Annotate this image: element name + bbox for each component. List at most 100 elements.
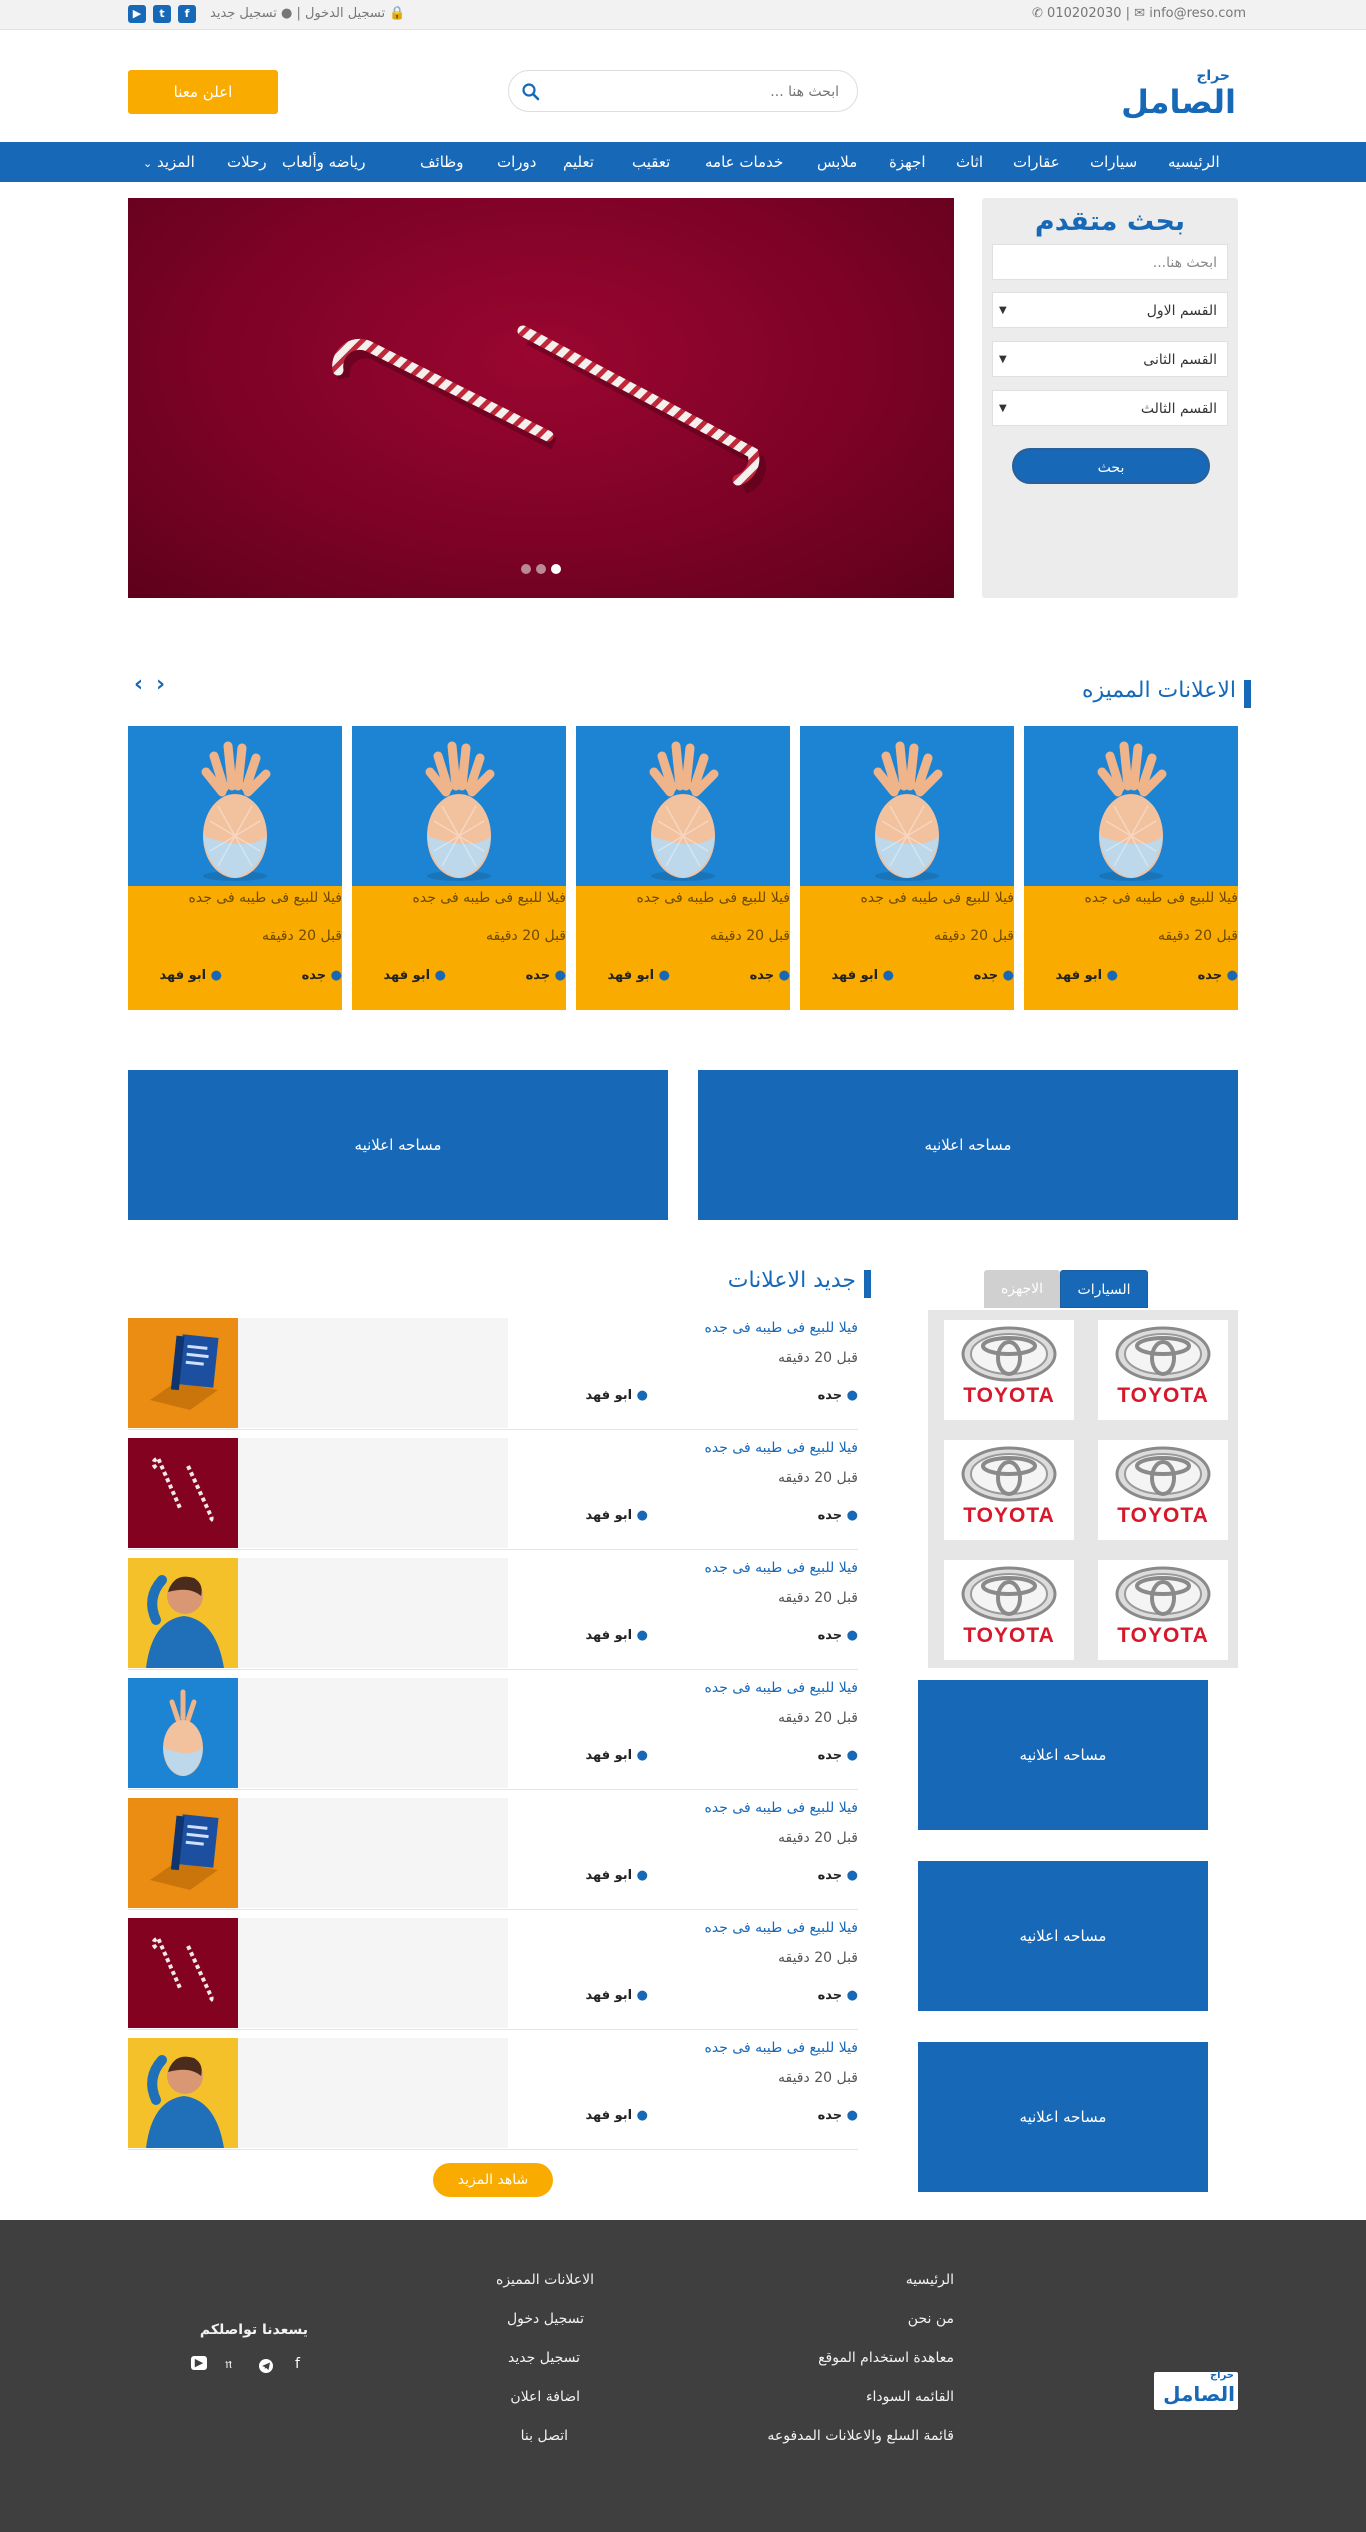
featured-card-title[interactable]: فيلا للبيع فى طيبه فى جده [637, 890, 790, 906]
featured-card-user: ● ابو فهد [832, 968, 895, 983]
nav-item-services[interactable]: خدمات عامه [705, 142, 783, 182]
brand-tile[interactable]: TOYOTA [944, 1560, 1074, 1660]
site-logo[interactable]: حراج الصامل [1118, 68, 1236, 124]
nav-item-home[interactable]: الرئيسيه [1168, 142, 1220, 182]
nav-item-cars[interactable]: سيارات [1090, 142, 1137, 182]
brand-tile[interactable]: TOYOTA [944, 1320, 1074, 1420]
footer-link-blacklist[interactable]: القائمه السوداء [866, 2389, 954, 2405]
latest-ad-row[interactable]: فيلا للبيع فى طيبه فى جده قبل 20 دقيقه ● ج… [128, 2038, 858, 2150]
email-address[interactable]: info@reso.com [1149, 6, 1246, 21]
section-2-select[interactable]: القسم الثانى ▼ [992, 341, 1228, 377]
book-thumbnail[interactable] [128, 1318, 238, 1428]
nav-item-trips[interactable]: رحلات [227, 142, 267, 182]
facebook-icon[interactable]: f [178, 5, 196, 23]
candy-thumbnail[interactable] [128, 1918, 238, 2028]
featured-card-title[interactable]: فيلا للبيع فى طيبه فى جده [861, 890, 1014, 906]
latest-ad-row[interactable]: فيلا للبيع فى طيبه فى جده قبل 20 دقيقه ● ج… [128, 1798, 858, 1910]
slider-dot-active[interactable] [551, 564, 561, 574]
ad-space-sidebar[interactable]: مساحه اعلانيه [918, 1680, 1208, 1830]
ad-space-banner[interactable]: مساحه اعلانيه [698, 1070, 1238, 1220]
latest-ad-title[interactable]: فيلا للبيع فى طيبه فى جده [705, 1680, 858, 1696]
footer-link-about[interactable]: من نحن [908, 2311, 954, 2327]
featured-card[interactable]: فيلا للبيع فى طيبه فى جده قبل 20 دقيقه ● ج… [576, 726, 790, 1010]
featured-card-title[interactable]: فيلا للبيع فى طيبه فى جده [1085, 890, 1238, 906]
person-thumbnail[interactable] [128, 2038, 238, 2148]
user-icon: ● [280, 6, 293, 21]
ad-space-banner[interactable]: مساحه اعلانيه [128, 1070, 668, 1220]
latest-ad-title[interactable]: فيلا للبيع فى طيبه فى جده [705, 1320, 858, 1336]
footer-link-featured[interactable]: الاعلانات المميزه [496, 2272, 594, 2288]
featured-card[interactable]: فيلا للبيع فى طيبه فى جده قبل 20 دقيقه ● ج… [800, 726, 1014, 1010]
book-thumbnail[interactable] [128, 1798, 238, 1908]
tab-cars[interactable]: السيارات [1060, 1270, 1148, 1308]
login-link[interactable]: تسجيل الدخول [305, 6, 385, 21]
chevron-right-icon[interactable]: › [156, 672, 165, 697]
candy-thumbnail[interactable] [128, 1438, 238, 1548]
caret-down-icon: ▼ [999, 354, 1007, 365]
ad-space-sidebar[interactable]: مساحه اعلانيه [918, 2042, 1208, 2192]
youtube-icon[interactable]: ▶ [128, 5, 146, 23]
person-thumbnail[interactable] [128, 1558, 238, 1668]
footer-link-login[interactable]: تسجيل دخول [507, 2311, 584, 2327]
nav-item-realestate[interactable]: عقارات [1013, 142, 1060, 182]
brand-tile[interactable]: TOYOTA [1098, 1560, 1228, 1660]
brand-tile[interactable]: TOYOTA [944, 1440, 1074, 1540]
ad-space-sidebar[interactable]: مساحه اعلانيه [918, 1861, 1208, 2011]
facebook-icon[interactable]: f [295, 2356, 300, 2372]
latest-ad-title[interactable]: فيلا للبيع فى طيبه فى جده [705, 1800, 858, 1816]
footer-link-add-ad[interactable]: اضافة اعلان [510, 2389, 580, 2405]
featured-card[interactable]: فيلا للبيع فى طيبه فى جده قبل 20 دقيقه ● ج… [1024, 726, 1238, 1010]
row-spacer [238, 1918, 508, 2028]
featured-card[interactable]: فيلا للبيع فى طيبه فى جده قبل 20 دقيقه ● ج… [352, 726, 566, 1010]
slider-dot[interactable] [521, 564, 531, 574]
nav-item-sports[interactable]: رياضه وألعاب [282, 142, 365, 182]
footer-link-register[interactable]: تسجيل جديد [508, 2350, 580, 2366]
brand-tile[interactable]: TOYOTA [1098, 1440, 1228, 1540]
nav-item-clothes[interactable]: ملابس [817, 142, 857, 182]
latest-ad-row[interactable]: فيلا للبيع فى طيبه فى جده قبل 20 دقيقه ● ج… [128, 1318, 858, 1430]
latest-ad-row[interactable]: فيلا للبيع فى طيبه فى جده قبل 20 دقيقه ● ج… [128, 1918, 858, 2030]
twitter-icon[interactable]: 𝔫 [225, 2356, 232, 2372]
section-1-select[interactable]: القسم الاول ▼ [992, 292, 1228, 328]
twitter-icon[interactable]: t [153, 5, 171, 23]
nav-item-education[interactable]: تعليم [563, 142, 594, 182]
footer-link-contact[interactable]: اتصل بنا [521, 2428, 568, 2444]
footer-link-home[interactable]: الرئيسيه [906, 2272, 954, 2288]
register-link[interactable]: تسجيل جديد [210, 6, 277, 21]
latest-ad-row[interactable]: فيلا للبيع فى طيبه فى جده قبل 20 دقيقه ● ج… [128, 1678, 858, 1790]
advanced-search-button[interactable]: بحث [1012, 448, 1210, 484]
advanced-search-input[interactable]: ابحث هنا... [992, 244, 1228, 280]
advertise-button[interactable]: اعلن معنا [128, 70, 278, 114]
pineapple-thumbnail[interactable] [128, 1678, 238, 1788]
footer-link-terms[interactable]: معاهدة استخدام الموقع [818, 2350, 954, 2366]
featured-card-title[interactable]: فيلا للبيع فى طيبه فى جده [413, 890, 566, 906]
footer-link-paid-ads[interactable]: قائمة السلع والاعلانات المدفوعه [767, 2428, 954, 2444]
nav-item-follow-up[interactable]: تعقيب [632, 142, 670, 182]
telegram-icon[interactable] [258, 2358, 274, 2374]
chevron-left-icon[interactable]: ‹ [134, 672, 143, 697]
featured-card-title[interactable]: فيلا للبيع فى طيبه فى جده [189, 890, 342, 906]
latest-ad-title[interactable]: فيلا للبيع فى طيبه فى جده [705, 1560, 858, 1576]
latest-ad-title[interactable]: فيلا للبيع فى طيبه فى جده [705, 2040, 858, 2056]
latest-ad-title[interactable]: فيلا للبيع فى طيبه فى جده [705, 1920, 858, 1936]
footer-logo[interactable]: حراج الصامل [1154, 2370, 1238, 2410]
nav-item-courses[interactable]: دورات [497, 142, 536, 182]
featured-card-city: ● جده [302, 968, 342, 983]
section-3-select[interactable]: القسم الثالث ▼ [992, 390, 1228, 426]
nav-item-furniture[interactable]: اثاث [956, 142, 983, 182]
tab-devices[interactable]: الاجهزه [984, 1270, 1060, 1308]
latest-ad-row[interactable]: فيلا للبيع فى طيبه فى جده قبل 20 دقيقه ● ج… [128, 1438, 858, 1550]
latest-ad-row[interactable]: فيلا للبيع فى طيبه فى جده قبل 20 دقيقه ● ج… [128, 1558, 858, 1670]
search-icon[interactable] [521, 82, 541, 102]
nav-item-jobs[interactable]: وظائف [420, 142, 463, 182]
search-input[interactable] [549, 80, 839, 104]
featured-card[interactable]: فيلا للبيع فى طيبه فى جده قبل 20 دقيقه ● ج… [128, 726, 342, 1010]
hero-slider[interactable] [128, 198, 954, 598]
slider-dot[interactable] [536, 564, 546, 574]
nav-item-devices[interactable]: اجهزة [889, 142, 926, 182]
nav-item-more[interactable]: ⌄ المزيد [143, 142, 195, 182]
see-more-button[interactable]: شاهد المزيد [433, 2163, 553, 2197]
brand-tile[interactable]: TOYOTA [1098, 1320, 1228, 1420]
latest-ad-title[interactable]: فيلا للبيع فى طيبه فى جده [705, 1440, 858, 1456]
youtube-icon[interactable]: ▶ [191, 2356, 207, 2370]
